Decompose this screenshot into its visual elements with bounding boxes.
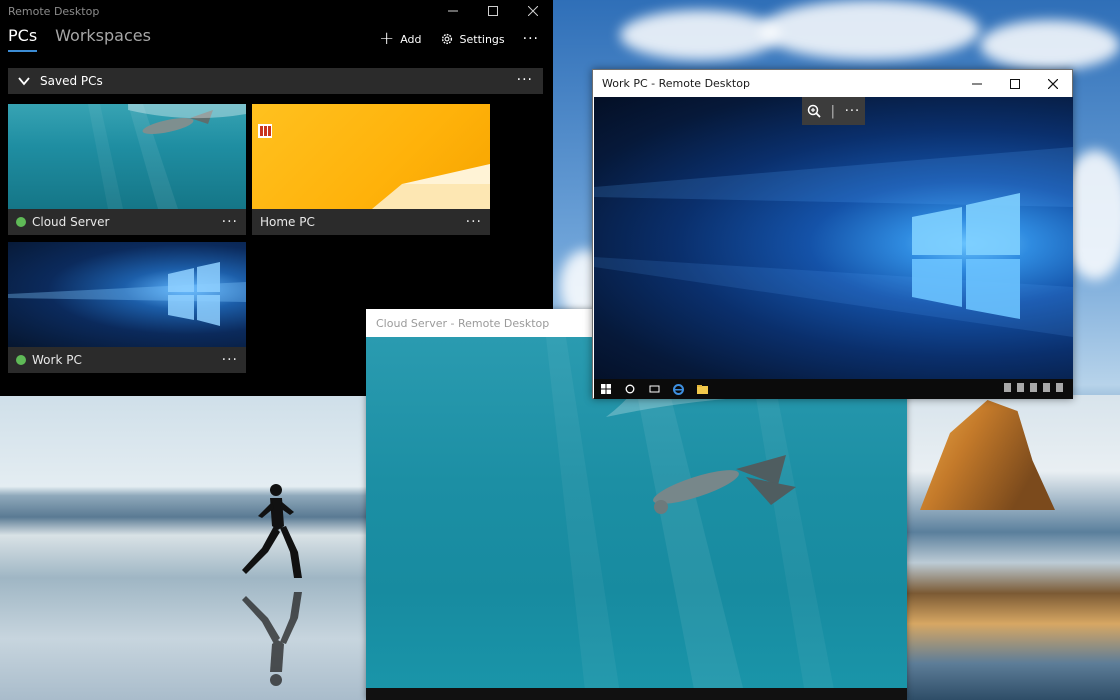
network-icon[interactable] [1017,383,1024,392]
work-window-titlebar[interactable]: Work PC - Remote Desktop [593,70,1072,97]
group-more-button[interactable]: ··· [517,72,533,88]
cloud-shape [620,10,780,60]
cloud-shape [760,0,980,60]
chevron-down-icon [18,77,30,86]
minimize-button[interactable] [433,0,473,22]
saved-pcs-group-header[interactable]: Saved PCs ··· [8,68,543,94]
add-button[interactable]: + Add [379,28,422,49]
pc-label-bar: Home PC ··· [252,209,490,235]
settings-button[interactable]: Settings [440,32,505,46]
pc-tile-work-pc[interactable]: Work PC ··· [8,242,246,373]
gear-icon [441,33,452,45]
pc-more-button[interactable]: ··· [222,214,238,230]
maximize-button[interactable] [473,0,513,22]
yellow-desktop-thumbnail-art [258,124,490,209]
zoom-icon[interactable] [807,104,821,118]
cortana-icon[interactable] [624,383,636,395]
windows-start-icon[interactable] [600,383,612,395]
add-label: Add [400,32,422,46]
maximize-icon [1010,78,1020,89]
swimmer-thumbnail-art [88,104,246,209]
close-icon [1048,78,1058,89]
close-button[interactable] [513,0,553,22]
maximize-icon [488,6,498,16]
plus-icon: + [379,28,395,49]
saved-pcs-label: Saved PCs [40,74,103,88]
header-actions: + Add Settings ··· [379,28,539,49]
more-options-button[interactable]: ··· [523,32,539,46]
cloud-window-title: Cloud Server - Remote Desktop [376,316,550,330]
pc-thumbnail [8,104,246,209]
system-tray [1004,383,1063,392]
cloud-shape [980,20,1120,70]
work-session-desktop[interactable]: | ··· [594,97,1073,379]
tray-chevron-icon[interactable] [1004,383,1011,392]
pc-thumbnail [8,242,246,347]
close-icon [528,6,538,16]
status-online-icon [16,355,26,365]
session-more-button[interactable]: ··· [845,104,860,119]
app-header: PCs Workspaces + Add Settings ··· [0,22,553,58]
app-titlebar: Remote Desktop [0,0,553,22]
work-pc-window[interactable]: Work PC - Remote Desktop | ··· [592,69,1073,399]
work-session-taskbar [594,379,1073,399]
app-title: Remote Desktop [8,4,100,18]
session-zoom-bar: | ··· [802,97,865,125]
work-close-button[interactable] [1034,70,1072,97]
pc-name: Cloud Server [32,215,110,229]
pc-label-bar: Cloud Server ··· [8,209,246,235]
pc-label-bar: Work PC ··· [8,347,246,373]
minimize-icon [448,10,458,12]
zoom-bar-divider: | [830,103,835,119]
pc-tile-cloud-server[interactable]: Cloud Server ··· [8,104,246,235]
pc-name: Home PC [260,215,315,229]
pc-thumbnail [252,104,490,209]
work-window-title: Work PC - Remote Desktop [602,77,750,90]
work-maximize-button[interactable] [996,70,1034,97]
minimize-icon [972,83,982,84]
cloud-session-taskbar [366,688,907,700]
windows10-thumbnail-art [8,262,246,326]
tray-app-icon[interactable] [1043,383,1050,392]
settings-label: Settings [459,32,505,46]
volume-icon[interactable] [1030,383,1037,392]
pc-more-button[interactable]: ··· [222,352,238,368]
beach-scene [0,395,370,700]
file-explorer-icon[interactable] [696,383,708,395]
windows10-wallpaper-art [594,147,1073,337]
tab-workspaces[interactable]: Workspaces [55,22,151,45]
pc-more-button[interactable]: ··· [466,214,482,230]
pc-name: Work PC [32,353,82,367]
notifications-icon[interactable] [1056,383,1063,392]
runner-reflection [242,592,302,686]
status-online-icon [16,217,26,227]
pc-tile-home-pc[interactable]: Home PC ··· [252,104,490,235]
tab-pcs[interactable]: PCs [8,22,38,52]
work-minimize-button[interactable] [958,70,996,97]
task-view-icon[interactable] [648,383,660,395]
runner-silhouette [242,484,302,578]
edge-browser-icon[interactable] [672,383,684,395]
